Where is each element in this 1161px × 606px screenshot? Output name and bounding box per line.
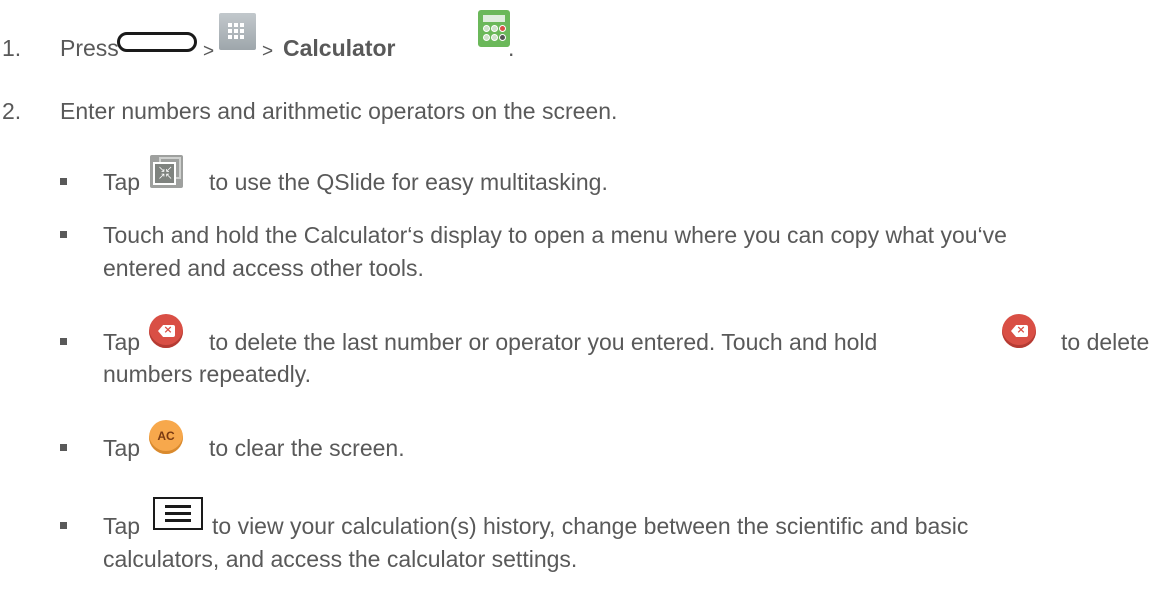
- hold-line-1: Touch and hold the Calculator‘s display …: [103, 222, 1007, 248]
- qslide-icon: ↘ ↙ ↗ ↖: [150, 155, 183, 188]
- bullet-marker: [60, 231, 67, 238]
- ac-clear-icon: AC: [149, 420, 183, 454]
- hold-line-2: entered and access other tools.: [103, 255, 424, 281]
- clear-text: to clear the screen.: [209, 435, 405, 461]
- menu-line-1: to view your calculation(s) history, cha…: [212, 513, 969, 539]
- step-1-period: .: [508, 35, 515, 61]
- bullet-marker: [60, 178, 67, 185]
- qslide-tap: Tap: [103, 169, 141, 195]
- menu-line-2: calculators, and access the calculator s…: [103, 546, 578, 572]
- delete-backspace-icon: ×: [149, 314, 183, 348]
- bullet-marker: [60, 338, 67, 345]
- step-1-number: 1.: [2, 35, 22, 61]
- delete-text-b: to delete: [1061, 329, 1150, 355]
- bullet-marker: [60, 444, 67, 451]
- step-1-separator-2: >: [262, 41, 274, 62]
- menu-tap: Tap: [103, 513, 141, 539]
- delete-backspace-icon: ×: [1002, 314, 1036, 348]
- qslide-text: to use the QSlide for easy multitasking.: [209, 169, 608, 195]
- step-2-text: Enter numbers and arithmetic operators o…: [60, 98, 618, 124]
- step-1-press: Press: [60, 35, 119, 61]
- delete-text-a: to delete the last number or operator yo…: [209, 329, 878, 355]
- step-2-number: 2.: [2, 98, 22, 124]
- step-1-calculator-label: Calculator: [283, 35, 396, 61]
- delete-tap: Tap: [103, 329, 141, 355]
- apps-grid-icon: [219, 13, 256, 50]
- calculator-app-icon: [478, 10, 510, 47]
- bullet-marker: [60, 522, 67, 529]
- menu-icon: [153, 497, 203, 530]
- delete-line-2: numbers repeatedly.: [103, 361, 311, 387]
- clear-tap: Tap: [103, 435, 141, 461]
- step-1-separator: >: [203, 41, 215, 62]
- home-button-icon: [117, 32, 197, 52]
